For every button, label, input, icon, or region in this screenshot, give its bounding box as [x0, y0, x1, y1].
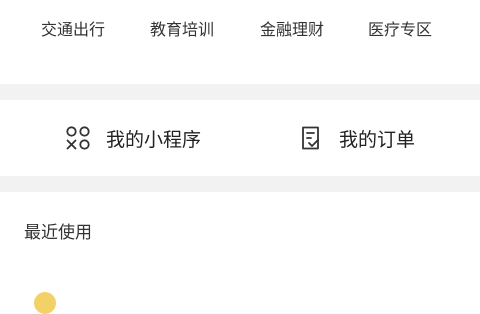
- section-divider: [0, 176, 480, 192]
- category-row: 交通出行 教育培训 金融理财 医疗专区: [0, 0, 480, 70]
- section-divider: [0, 84, 480, 100]
- category-transport[interactable]: 交通出行: [41, 16, 105, 44]
- recent-app-icon-partial[interactable]: [34, 292, 56, 314]
- my-orders-button[interactable]: 我的订单: [297, 122, 415, 154]
- category-medical[interactable]: 医疗专区: [368, 16, 432, 44]
- shortcut-row: 我的小程序 我的订单: [0, 100, 480, 176]
- category-finance[interactable]: 金融理财: [260, 16, 324, 44]
- mini-program-icon: [64, 124, 92, 152]
- category-education[interactable]: 教育培训: [150, 16, 214, 44]
- order-list-icon: [297, 124, 325, 152]
- my-mini-programs-button[interactable]: 我的小程序: [64, 122, 201, 154]
- my-mini-programs-label: 我的小程序: [106, 128, 202, 151]
- recent-section-title: 最近使用: [24, 223, 92, 243]
- my-orders-label: 我的订单: [339, 128, 416, 151]
